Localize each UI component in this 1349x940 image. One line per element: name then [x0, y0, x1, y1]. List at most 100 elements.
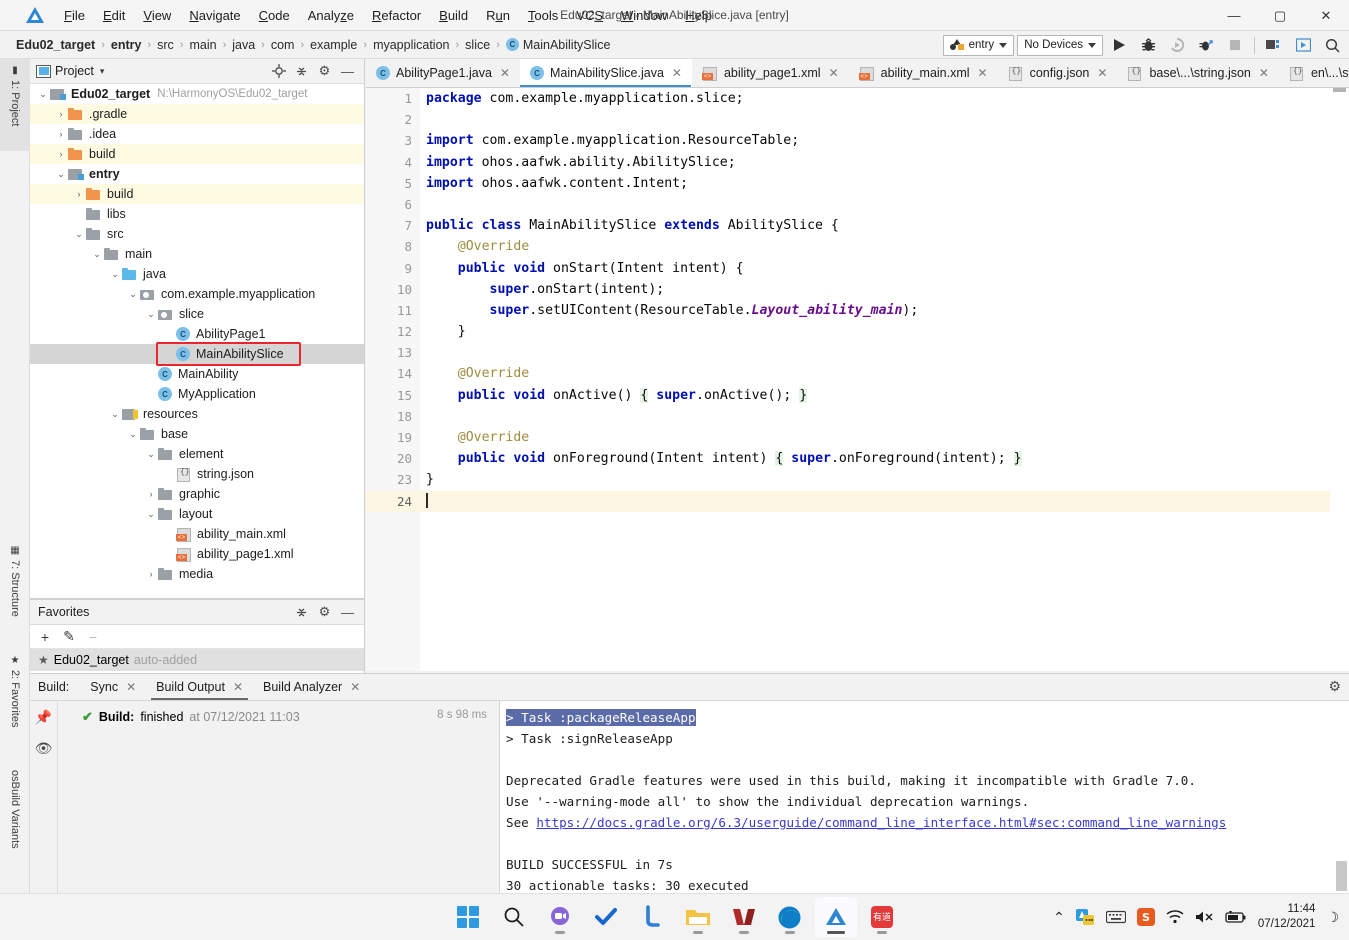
- window-controls[interactable]: — ▢ ✕: [1211, 0, 1349, 31]
- notifications-icon[interactable]: ☽: [1326, 909, 1339, 926]
- editor-scrollbar[interactable]: [1330, 88, 1349, 671]
- maximize-button[interactable]: ▢: [1257, 0, 1303, 31]
- menu-window[interactable]: Window: [612, 4, 676, 27]
- tree-node-entry[interactable]: ⌄ entry: [30, 164, 364, 184]
- code-line[interactable]: import com.example.myapplication.Resourc…: [420, 130, 1330, 151]
- ime-icon[interactable]: [1075, 908, 1095, 926]
- chevron-right-icon[interactable]: ›: [54, 109, 68, 119]
- tree-node-graphic[interactable]: › graphic: [30, 484, 364, 504]
- remove-favorite-button[interactable]: −: [82, 627, 104, 647]
- chevron-down-icon[interactable]: ⌄: [54, 169, 68, 180]
- breadcrumb-item-class[interactable]: C MainAbilitySlice: [504, 37, 613, 53]
- menu-view[interactable]: View: [134, 4, 180, 27]
- sogou-icon[interactable]: S: [1136, 908, 1155, 926]
- editor-tab-en-string-json[interactable]: en\...\string.json✕: [1279, 59, 1349, 87]
- editor-tab-abilitypage1-java[interactable]: C AbilityPage1.java ✕: [366, 59, 520, 87]
- close-button[interactable]: ✕: [1303, 0, 1349, 31]
- collapse-all-icon[interactable]: [291, 602, 312, 622]
- close-icon[interactable]: ✕: [672, 66, 682, 80]
- device-manager-icon[interactable]: [1261, 33, 1287, 57]
- breadcrumb-item-2[interactable]: src: [155, 37, 176, 53]
- keyboard-icon[interactable]: [1105, 910, 1126, 924]
- code-line[interactable]: public void onActive() { super.onActive(…: [420, 385, 1330, 406]
- run-icon[interactable]: [1106, 33, 1132, 57]
- gear-icon[interactable]: ⚙: [314, 602, 335, 622]
- device-selector[interactable]: No Devices: [1017, 34, 1103, 56]
- code-line[interactable]: public void onStart(Intent intent) {: [420, 258, 1330, 279]
- edit-favorite-button[interactable]: ✎: [58, 627, 80, 647]
- build-result-tree[interactable]: ✔ Build: finished at 07/12/2021 11:03 8 …: [58, 701, 500, 893]
- code-line[interactable]: public class MainAbilitySlice extends Ab…: [420, 215, 1330, 236]
- tree-node-libs[interactable]: libs: [30, 204, 364, 224]
- menu-navigate[interactable]: Navigate: [180, 4, 249, 27]
- tree-node-myapplication[interactable]: C MyApplication: [30, 384, 364, 404]
- tree-node-resources[interactable]: ⌄ resources: [30, 404, 364, 424]
- chevron-down-icon[interactable]: ⌄: [126, 429, 140, 440]
- editor-tab-mainabilityslice-java[interactable]: C MainAbilitySlice.java ✕: [519, 59, 692, 87]
- tree-node-mainability[interactable]: C MainAbility: [30, 364, 364, 384]
- add-favorite-button[interactable]: +: [34, 627, 56, 647]
- project-tree[interactable]: ⌄ Edu02_target N:\HarmonyOS\Edu02_target ›.…: [30, 84, 364, 599]
- tree-node-element[interactable]: ⌄ element: [30, 444, 364, 464]
- close-icon[interactable]: ✕: [126, 680, 136, 694]
- chevron-down-icon[interactable]: ⌄: [108, 269, 122, 280]
- menu-tools[interactable]: Tools: [519, 4, 567, 27]
- build-console-output[interactable]: > Task :packageReleaseApp > Task :signRel…: [500, 701, 1349, 893]
- tree-node-src[interactable]: ⌄ src: [30, 224, 364, 244]
- code-line[interactable]: @Override: [420, 363, 1330, 384]
- breadcrumb-item-5[interactable]: com: [269, 37, 297, 53]
- tab-build-output[interactable]: Build Output ✕: [147, 674, 252, 700]
- tree-node--gradle[interactable]: › .gradle: [30, 104, 364, 124]
- tree-node-slice[interactable]: ⌄ slice: [30, 304, 364, 324]
- sidebar-item-favorites[interactable]: ★ 2: Favorites: [0, 649, 30, 754]
- chevron-down-icon[interactable]: ⌄: [90, 249, 104, 260]
- chevron-right-icon[interactable]: ›: [144, 489, 158, 499]
- code-line[interactable]: import ohos.aafwk.ability.AbilitySlice;: [420, 152, 1330, 173]
- sidebar-item-build-variants[interactable]: osBuild Variants: [0, 764, 30, 884]
- editor-tab-ability-main-xml[interactable]: ability_main.xml ✕: [849, 59, 998, 87]
- run-configuration-selector[interactable]: entry: [942, 34, 1015, 56]
- youdao-dict-icon[interactable]: 有道: [861, 897, 903, 937]
- menu-help[interactable]: Help: [676, 4, 721, 27]
- build-result-row[interactable]: ✔ Build: finished at 07/12/2021 11:03: [58, 701, 499, 725]
- breadcrumb-item-3[interactable]: main: [187, 37, 218, 53]
- profile-icon[interactable]: [1193, 33, 1219, 57]
- gear-icon[interactable]: ⚙: [1328, 678, 1341, 695]
- run-with-coverage-icon[interactable]: [1164, 33, 1190, 57]
- tree-node-mainabilityslice[interactable]: C MainAbilitySlice: [30, 344, 364, 364]
- chevron-down-icon[interactable]: ⌄: [72, 229, 86, 240]
- menu-build[interactable]: Build: [430, 4, 477, 27]
- code-line[interactable]: super.onStart(intent);: [420, 279, 1330, 300]
- code-line[interactable]: [420, 490, 1330, 512]
- library-icon[interactable]: [723, 897, 765, 937]
- tree-node-build[interactable]: › build: [30, 184, 364, 204]
- taskbar-clock[interactable]: 11:44 07/12/2021: [1258, 902, 1316, 932]
- chevron-right-icon[interactable]: ›: [144, 569, 158, 579]
- tree-node--idea[interactable]: › .idea: [30, 124, 364, 144]
- sidebar-item-structure[interactable]: ▦ 7: Structure: [0, 539, 30, 639]
- menu-bar[interactable]: File Edit View Navigate Code Analyze Ref…: [55, 4, 721, 27]
- menu-file[interactable]: File: [55, 4, 94, 27]
- gradle-docs-link[interactable]: https://docs.gradle.org/6.3/userguide/co…: [536, 815, 1226, 830]
- favorites-list-item[interactable]: ★ Edu02_target auto-added: [30, 649, 364, 671]
- tree-node-ability-main-xml[interactable]: ability_main.xml: [30, 524, 364, 544]
- chevron-down-icon[interactable]: ⌄: [126, 289, 140, 300]
- volume-muted-icon[interactable]: [1195, 910, 1214, 924]
- code-line[interactable]: import ohos.aafwk.content.Intent;: [420, 173, 1330, 194]
- code-line[interactable]: [420, 194, 1330, 215]
- code-line[interactable]: [420, 342, 1330, 363]
- hide-panel-icon[interactable]: —: [337, 61, 358, 81]
- chevron-down-icon[interactable]: ⌄: [36, 89, 50, 100]
- wifi-icon[interactable]: [1166, 910, 1184, 924]
- code-line[interactable]: @Override: [420, 427, 1330, 448]
- menu-vcs[interactable]: VCS: [567, 4, 612, 27]
- tree-node-edu02-target[interactable]: ⌄ Edu02_target N:\HarmonyOS\Edu02_target: [30, 84, 364, 104]
- start-button[interactable]: [447, 897, 489, 937]
- tree-node-com-example-myapplication[interactable]: ⌄ com.example.myapplication: [30, 284, 364, 304]
- tree-node-ability-page1-xml[interactable]: ability_page1.xml: [30, 544, 364, 564]
- code-editor[interactable]: 1234567891011121314151819202324 −−−−−++ …: [366, 88, 1349, 671]
- file-explorer-icon[interactable]: [677, 897, 719, 937]
- code-line[interactable]: package com.example.myapplication.slice;: [420, 88, 1330, 109]
- close-icon[interactable]: ✕: [1259, 66, 1269, 80]
- code-line[interactable]: @Override: [420, 236, 1330, 257]
